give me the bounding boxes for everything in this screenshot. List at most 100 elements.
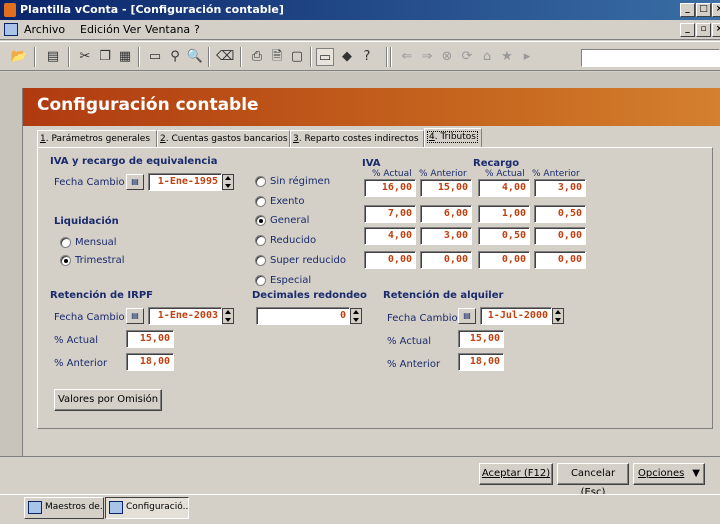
iva-actual-super-reducido[interactable]: 4,00: [364, 227, 416, 245]
print-preview-icon[interactable]: 🗎: [268, 48, 286, 66]
radio-mensual[interactable]: [60, 237, 71, 248]
options-button[interactable]: Opciones ▼: [633, 463, 705, 485]
alquiler-anterior-field[interactable]: 18,00: [458, 353, 504, 371]
go-icon[interactable]: ▸: [518, 48, 536, 66]
recargo-actual-super-reducido[interactable]: 0,50: [478, 227, 530, 245]
back-icon[interactable]: ⇐: [398, 48, 416, 66]
address-field[interactable]: [581, 49, 720, 67]
calendar-icon[interactable]: ▤: [126, 174, 144, 190]
iva-section-title: IVA y recargo de equivalencia: [50, 156, 218, 167]
erase-icon[interactable]: ⌫: [216, 48, 234, 66]
cut-icon[interactable]: ✂: [76, 48, 94, 66]
accept-button[interactable]: Aceptar (F12): [479, 463, 553, 485]
decimales-title: Decimales redondeo: [252, 290, 367, 301]
diamond-icon[interactable]: ◆: [338, 48, 356, 66]
recargo-anterior-reducido[interactable]: 0,50: [534, 205, 586, 223]
irpf-fecha-field[interactable]: 1-Ene-2003: [148, 307, 222, 325]
task-configuracion[interactable]: Configuració...: [105, 497, 189, 519]
window-icon[interactable]: ▭: [316, 48, 334, 66]
iva-actual-especial[interactable]: 0,00: [364, 251, 416, 269]
tab-reparto-costes[interactable]: 3. Reparto costes indirectos: [290, 130, 424, 148]
workspace: Configuración contable 1. Parámetros gen…: [0, 72, 720, 492]
doc-restore-button[interactable]: ▫: [696, 23, 711, 37]
help-icon[interactable]: ?: [358, 48, 376, 66]
iva-anterior-super-reducido[interactable]: 3,00: [420, 227, 472, 245]
iva-actual-reducido[interactable]: 7,00: [364, 205, 416, 223]
properties-icon[interactable]: ▤: [44, 48, 62, 66]
menu-ver[interactable]: Ver: [123, 23, 141, 36]
iva-fecha-field[interactable]: 1-Ene-1995: [148, 173, 222, 191]
recargo-anterior-super-reducido[interactable]: 0,00: [534, 227, 586, 245]
decimales-spinner[interactable]: [350, 308, 362, 324]
recargo-actual-reducido[interactable]: 1,00: [478, 205, 530, 223]
doc-minimize-button[interactable]: _: [680, 23, 695, 37]
favorites-icon[interactable]: ★: [498, 48, 516, 66]
paste-icon[interactable]: ▦: [116, 48, 134, 66]
menu-archivo[interactable]: Archivo: [24, 23, 65, 36]
footer-bar: Aceptar (F12) Cancelar (Esc) Opciones ▼: [0, 456, 720, 498]
recargo-actual-especial[interactable]: 0,00: [478, 251, 530, 269]
menu-help[interactable]: ?: [194, 23, 200, 36]
calendar-icon[interactable]: ▤: [458, 308, 476, 324]
refresh-icon[interactable]: ⟳: [458, 48, 476, 66]
page-setup-icon[interactable]: ▢: [288, 48, 306, 66]
alquiler-anterior-label: % Anterior: [387, 359, 441, 370]
maximize-button[interactable]: □: [696, 3, 711, 17]
form-icon[interactable]: ▭: [146, 48, 164, 66]
iva-anterior-general[interactable]: 15,00: [420, 179, 472, 197]
print-icon[interactable]: ⎙: [248, 48, 266, 66]
zoom-icon[interactable]: 🔍: [186, 48, 204, 66]
recargo-anterior-general[interactable]: 3,00: [534, 179, 586, 197]
regime-label: Especial: [270, 275, 312, 286]
close-button[interactable]: ×: [712, 3, 720, 17]
iva-anterior-reducido[interactable]: 6,00: [420, 205, 472, 223]
doc-close-button[interactable]: ×: [712, 23, 720, 37]
calendar-icon[interactable]: ▤: [126, 308, 144, 324]
cancel-button[interactable]: Cancelar (Esc): [557, 463, 629, 498]
radio-general[interactable]: [255, 215, 266, 226]
document-header: Configuración contable: [23, 88, 720, 126]
radio-reducido[interactable]: [255, 235, 266, 246]
irpf-actual-field[interactable]: 15,00: [126, 330, 174, 348]
menu-edicion[interactable]: Edición: [80, 23, 120, 36]
dropdown-arrow-icon: ▼: [692, 468, 700, 479]
page-title: Configuración contable: [37, 95, 259, 115]
recargo-actual-header: % Actual: [485, 169, 525, 179]
alquiler-fecha-spinner[interactable]: [552, 308, 564, 324]
radio-exento[interactable]: [255, 196, 266, 207]
find-icon[interactable]: ⚲: [166, 48, 184, 66]
decimales-field[interactable]: 0: [256, 307, 350, 325]
recargo-anterior-especial[interactable]: 0,00: [534, 251, 586, 269]
liquidacion-option-label: Trimestral: [75, 255, 125, 266]
irpf-fecha-spinner[interactable]: [222, 308, 234, 324]
irpf-anterior-field[interactable]: 18,00: [126, 353, 174, 371]
iva-anterior-especial[interactable]: 0,00: [420, 251, 472, 269]
tab-cuentas-gastos[interactable]: 2. Cuentas gastos bancarios: [157, 130, 290, 148]
iva-actual-general[interactable]: 16,00: [364, 179, 416, 197]
menu-ventana[interactable]: Ventana: [145, 23, 190, 36]
iva-actual-header: % Actual: [372, 169, 412, 179]
recargo-actual-general[interactable]: 4,00: [478, 179, 530, 197]
forward-icon[interactable]: ⇒: [418, 48, 436, 66]
tree-icon: [28, 501, 42, 514]
open-folder-icon[interactable]: 📂: [10, 48, 28, 66]
tab-parametros-generales[interactable]: 1. Parámetros generales: [37, 130, 157, 148]
minimize-button[interactable]: _: [680, 3, 695, 17]
alquiler-fecha-field[interactable]: 1-Jul-2000: [480, 307, 552, 325]
default-values-button[interactable]: Valores por Omisión: [54, 389, 162, 411]
document-icon[interactable]: [4, 23, 18, 36]
irpf-actual-label: % Actual: [54, 335, 99, 346]
stop-icon[interactable]: ⊗: [438, 48, 456, 66]
tab-tributos[interactable]: 4. Tributos: [424, 128, 482, 148]
home-icon[interactable]: ⌂: [478, 48, 496, 66]
app-icon: [4, 3, 16, 17]
radio-super-reducido[interactable]: [255, 255, 266, 266]
radio-sin-regimen[interactable]: [255, 176, 266, 187]
copy-icon[interactable]: ❐: [96, 48, 114, 66]
iva-fecha-spinner[interactable]: [222, 174, 234, 190]
task-maestros[interactable]: Maestros de...: [24, 497, 104, 519]
radio-especial[interactable]: [255, 275, 266, 286]
radio-trimestral[interactable]: [60, 255, 71, 266]
alquiler-actual-field[interactable]: 15,00: [458, 330, 504, 348]
alquiler-title: Retención de alquiler: [383, 290, 504, 301]
